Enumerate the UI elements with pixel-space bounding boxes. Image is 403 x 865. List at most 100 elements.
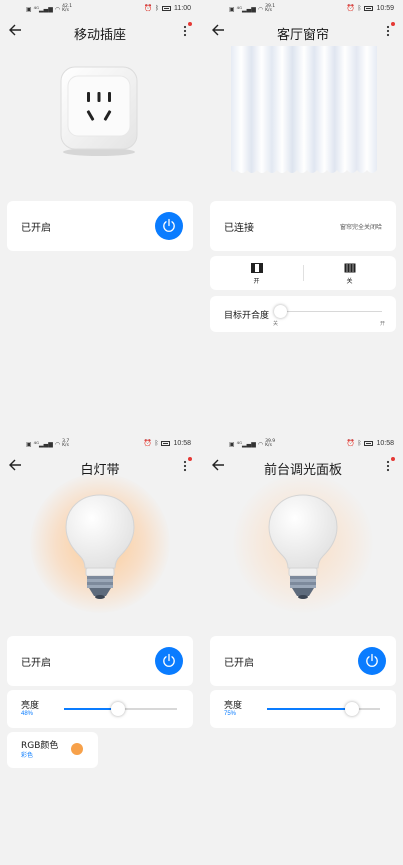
status-right: ⏰ ᛒ 10:59 [346,4,394,12]
power-status-card: 已开启 [210,636,396,686]
curtain-closed-icon [344,263,355,273]
socket-panel: ▣ ⁴ᴳ▂▄▆ ◠ 42.1 K/s ⏰ ᛒ 11:00 移动插座 已开启 [0,0,200,430]
sim-icon: ▣ [26,440,32,448]
status-left: ▣ ⁴ᴳ▂▄▆ ◠ 39.1 K/s [229,4,275,13]
sim-icon: ▣ [26,5,32,13]
status-bar: ▣ ⁴ᴳ▂▄▆ ◠ 3.7 K/s ⏰ ᛒ 10:58 [0,435,200,453]
bluetooth-icon: ᛒ [155,4,159,12]
clock: 10:58 [173,439,191,447]
status-left: ▣ ⁴ᴳ▂▄▆ ◠ 3.7 K/s [26,439,70,448]
power-button[interactable] [358,647,386,675]
clock: 10:59 [376,4,394,12]
power-button[interactable] [155,212,183,240]
sim-icon: ▣ [229,440,235,448]
power-icon [163,218,175,232]
slider-fill [267,708,352,710]
power-status-label: 已开启 [224,658,254,669]
status-bar: ▣ ⁴ᴳ▂▄▆ ◠ 39.1 K/s ⏰ ᛒ 10:59 [203,0,403,18]
battery-icon [364,440,374,446]
rgb-color-card[interactable]: RGB颜色 彩色 [7,732,98,768]
curtain-panel: ▣ ⁴ᴳ▂▄▆ ◠ 39.1 K/s ⏰ ᛒ 10:59 客厅窗帘 已连接 窗帘… [203,0,403,430]
back-arrow-icon[interactable] [8,23,22,37]
brightness-label: 亮度 [224,701,243,711]
curtain-icon [231,46,377,173]
back-arrow-icon[interactable] [8,458,22,472]
wifi-icon: ◠ [54,440,61,448]
color-swatch[interactable] [71,743,83,755]
notification-dot [391,457,395,461]
status-left: ▣ ⁴ᴳ▂▄▆ ◠ 42.1 K/s [26,4,73,13]
signal-icon: ⁴ᴳ▂▄▆ [236,440,256,448]
clock: 11:00 [174,4,191,12]
sim-icon: ▣ [229,5,235,13]
target-openness-label: 目标开合度 [224,311,270,321]
brightness-slider[interactable] [267,702,380,716]
brightness-slider[interactable] [64,702,177,716]
status-left: ▣ ⁴ᴳ▂▄▆ ◠ 39.9 K/s [229,439,276,448]
rgb-color-value: 彩色 [21,753,34,759]
back-arrow-icon[interactable] [211,23,225,37]
alarm-icon: ⏰ [346,4,355,12]
notification-dot [188,457,192,461]
power-status-label: 已开启 [21,223,51,234]
status-bar: ▣ ⁴ᴳ▂▄▆ ◠ 39.9 K/s ⏰ ᛒ 10:58 [203,435,403,453]
open-close-card: 开 关 [210,256,396,290]
status-right: ⏰ ᛒ 10:58 [143,439,191,447]
wifi-icon: ◠ [54,5,61,13]
more-vertical-icon[interactable] [180,24,190,38]
connection-status-card: 已连接 窗帘完全关闭哈 [210,201,396,251]
notification-dot [391,22,395,26]
net-speed: 39.9 K/s [265,439,276,448]
net-speed: 42.1 K/s [62,4,73,13]
target-openness-card: 目标开合度 关 开 [210,296,396,332]
power-icon [163,653,175,667]
brightness-value: 48% [21,711,34,717]
battery-icon [162,5,171,11]
close-label: 关 [346,278,353,285]
power-status-card: 已开启 [7,201,193,251]
slider-thumb[interactable] [111,702,126,716]
open-button[interactable]: 开 [210,256,303,290]
alarm-icon: ⏰ [346,439,355,447]
signal-icon: ⁴ᴳ▂▄▆ [33,440,53,448]
power-status-label: 已开启 [21,658,51,669]
alarm-icon: ⏰ [144,4,153,12]
back-arrow-icon[interactable] [211,458,225,472]
close-button[interactable]: 关 [303,256,396,290]
power-status-card: 已开启 [7,636,193,686]
bluetooth-icon: ᛒ [357,4,362,12]
slider-fill [64,708,119,710]
brightness-card: 亮度 48% [7,690,193,728]
app-bar: 移动插座 [0,18,200,44]
more-vertical-icon[interactable] [383,24,393,38]
brightness-card: 亮度 75% [210,690,396,728]
curtain-open-icon [250,263,263,273]
slider-thumb[interactable] [344,702,359,716]
target-openness-slider[interactable] [274,305,382,318]
power-socket-icon [60,66,138,156]
app-bar: 客厅窗帘 [203,18,403,44]
net-speed: 3.7 K/s [62,439,70,448]
open-label: 开 [253,278,260,285]
status-right: ⏰ ᛒ 10:58 [346,439,394,447]
bluetooth-icon: ᛒ [357,439,362,447]
clock: 10:58 [376,439,394,447]
page-title: 客厅窗帘 [276,28,329,43]
power-button[interactable] [155,647,183,675]
slider-min-label: 关 [273,321,279,327]
signal-icon: ⁴ᴳ▂▄▆ [33,5,53,13]
notification-dot [188,22,192,26]
wifi-icon: ◠ [257,5,264,13]
page-title: 移动插座 [73,28,126,43]
power-icon [366,653,378,667]
battery-icon [161,440,171,446]
more-vertical-icon[interactable] [383,459,393,473]
brightness-label: 亮度 [21,701,40,711]
slider-thumb[interactable] [274,305,287,318]
wifi-icon: ◠ [257,440,264,448]
slider-max-label: 开 [379,321,385,327]
curtain-state-hint: 窗帘完全关闭哈 [339,225,382,231]
brightness-value: 75% [224,711,237,717]
more-vertical-icon[interactable] [180,459,190,473]
status-bar: ▣ ⁴ᴳ▂▄▆ ◠ 42.1 K/s ⏰ ᛒ 11:00 [0,0,200,18]
